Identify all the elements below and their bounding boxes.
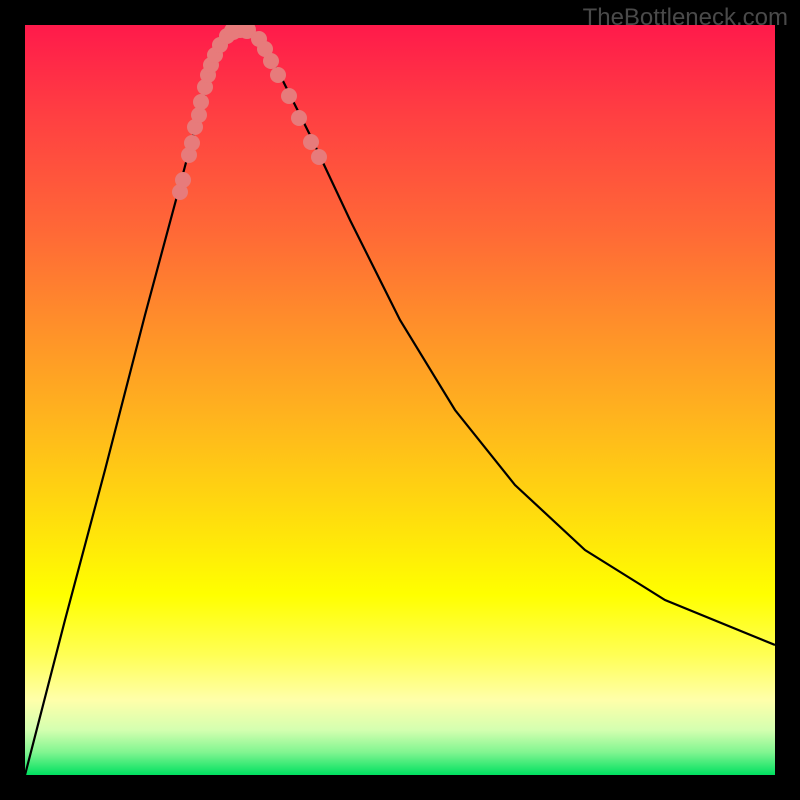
data-marker <box>175 172 191 188</box>
data-marker <box>184 135 200 151</box>
data-marker <box>303 134 319 150</box>
data-marker <box>281 88 297 104</box>
data-marker <box>291 110 307 126</box>
data-markers-group <box>172 25 327 200</box>
data-marker <box>311 149 327 165</box>
data-marker <box>270 67 286 83</box>
curve-overlay <box>25 25 775 775</box>
data-marker <box>193 94 209 110</box>
plot-gradient-area <box>25 25 775 775</box>
bottleneck-curve <box>25 29 775 775</box>
data-marker <box>263 53 279 69</box>
chart-frame: TheBottleneck.com <box>0 0 800 800</box>
